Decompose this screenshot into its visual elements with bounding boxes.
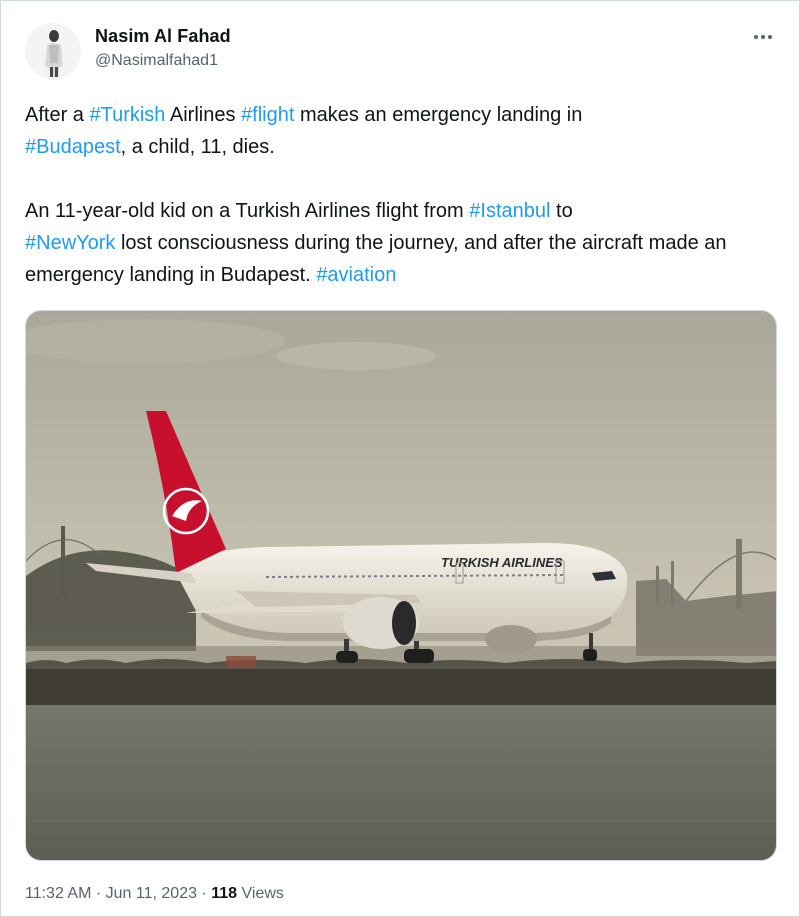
hashtag-link-newyork[interactable]: #NewYork [25,232,115,254]
tweet-meta: 11:32 AM · Jun 11, 2023 · 118 Views [25,883,284,905]
views-count[interactable]: 118 [211,885,237,902]
text-segment: , a child, 11, dies. [120,136,275,158]
avatar[interactable] [25,23,81,79]
views-label[interactable]: Views [242,885,284,902]
person-silhouette-icon [25,23,81,79]
hashtag-link-aviation[interactable]: #aviation [316,264,396,286]
text-segment: to [550,200,573,222]
hashtag-link-flight[interactable]: #flight [241,104,294,126]
hashtag-link-budapest[interactable]: #Budapest [25,136,121,158]
tweet-text: After a #Turkish Airlines #flight makes … [25,99,777,291]
tweet-paragraph-2: An 11-year-old kid on a Turkish Airlines… [25,195,777,291]
text-segment: After a [25,104,90,126]
author-handle[interactable]: @Nasimalfahad1 [95,50,231,72]
meta-separator: · [201,885,207,902]
tweet-date[interactable]: Jun 11, 2023 [106,885,197,902]
tweet-card: Nasim Al Fahad @Nasimalfahad1 After a #T… [0,0,800,917]
hashtag-link-istanbul[interactable]: #Istanbul [469,200,550,222]
text-segment: Airlines [165,104,242,126]
author-display-name[interactable]: Nasim Al Fahad [95,25,231,47]
text-segment: An 11-year-old kid on a Turkish Airlines… [25,200,470,222]
airplane-photo: TURKISH AIRLINES [26,311,776,860]
hashtag-link-turkish[interactable]: #Turkish [89,104,165,126]
text-segment: makes an emergency landing in [294,104,583,126]
tweet-time[interactable]: 11:32 AM [25,885,91,902]
meta-separator: · [95,885,102,902]
tweet-media-photo[interactable]: TURKISH AIRLINES [25,310,777,861]
more-dots-icon [754,35,772,39]
tweet-paragraph-1: After a #Turkish Airlines #flight makes … [25,99,777,163]
more-options-button[interactable] [751,29,775,45]
author-block: Nasim Al Fahad @Nasimalfahad1 [95,25,231,72]
